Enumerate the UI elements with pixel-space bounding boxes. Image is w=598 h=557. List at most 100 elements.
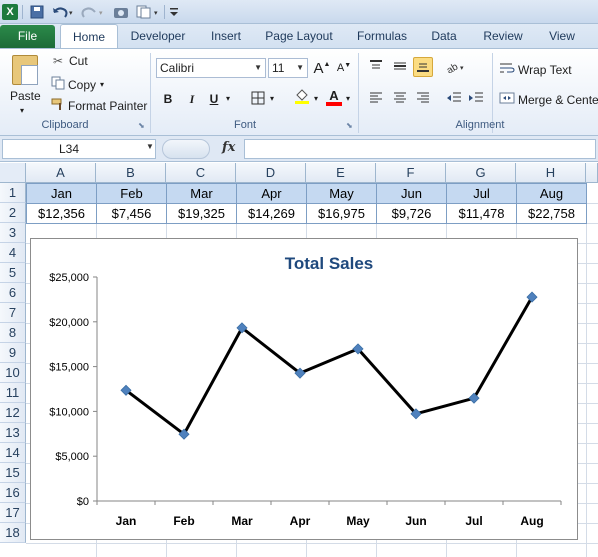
save-icon[interactable] xyxy=(28,3,46,21)
row-header[interactable]: 15 xyxy=(0,463,26,483)
row-header[interactable]: 4 xyxy=(0,243,26,263)
tab-page-layout[interactable]: Page Layout xyxy=(260,24,338,48)
tab-review[interactable]: Review xyxy=(476,24,530,48)
column-header-c[interactable]: C xyxy=(166,163,236,183)
cell-f2[interactable]: $9,726 xyxy=(376,203,447,224)
merge-center-button[interactable]: Merge & Center xyxy=(498,91,598,108)
customize-icon[interactable] xyxy=(168,3,180,21)
row-header[interactable]: 7 xyxy=(0,303,26,323)
cell-d2[interactable]: $14,269 xyxy=(236,203,307,224)
font-launcher-icon[interactable]: ⬊ xyxy=(346,121,353,130)
copy-button[interactable]: Copy ▾ xyxy=(50,76,104,93)
borders-dropdown-icon[interactable]: ▾ xyxy=(270,94,274,103)
italic-button[interactable]: I xyxy=(182,89,202,109)
cell-f1[interactable]: Jun xyxy=(376,183,447,204)
line-chart[interactable]: Total Sales $0 $5,000 $10,000 $15,000 $20,000… xyxy=(30,238,578,540)
cell-g2[interactable]: $11,478 xyxy=(446,203,517,224)
font-size-combo[interactable]: 11 ▼ xyxy=(268,58,308,78)
decrease-indent-button[interactable] xyxy=(444,89,464,109)
column-header-f[interactable]: F xyxy=(376,163,446,183)
insert-function-icon[interactable]: fx xyxy=(222,140,235,155)
align-center-button[interactable] xyxy=(390,89,410,109)
column-header-h[interactable]: H xyxy=(516,163,586,183)
cell-g1[interactable]: Jul xyxy=(446,183,517,204)
tab-file[interactable]: File xyxy=(0,25,55,48)
row-header[interactable]: 8 xyxy=(0,323,26,343)
cell-h2[interactable]: $22,758 xyxy=(516,203,587,224)
bold-button[interactable]: B xyxy=(158,89,178,109)
row-header[interactable]: 2 xyxy=(0,203,26,223)
cell-b1[interactable]: Feb xyxy=(96,183,167,204)
shrink-font-button[interactable]: A ▼ xyxy=(334,58,354,78)
paste-dropdown-icon[interactable]: ▾ xyxy=(20,106,24,115)
column-header-i[interactable] xyxy=(586,163,598,183)
chevron-down-icon[interactable]: ▼ xyxy=(296,59,304,77)
select-all-corner[interactable] xyxy=(0,163,26,183)
redo-icon[interactable]: ▾ xyxy=(80,3,106,21)
cell-a1[interactable]: Jan xyxy=(26,183,97,204)
excel-logo-icon[interactable]: X xyxy=(2,4,18,20)
column-header-e[interactable]: E xyxy=(306,163,376,183)
column-header-g[interactable]: G xyxy=(446,163,516,183)
cell-c2[interactable]: $19,325 xyxy=(166,203,237,224)
fill-color-dropdown-icon[interactable]: ▾ xyxy=(314,94,318,103)
underline-button[interactable]: U xyxy=(204,89,224,109)
tab-data[interactable]: Data xyxy=(424,24,464,48)
row-header[interactable]: 12 xyxy=(0,403,26,423)
font-color-dropdown-icon[interactable]: ▾ xyxy=(346,94,350,103)
copy-dropdown-icon[interactable]: ▾ xyxy=(100,80,104,89)
align-middle-button[interactable] xyxy=(390,57,410,77)
copy-format-icon[interactable]: ▾ xyxy=(134,3,162,21)
tab-formulas[interactable]: Formulas xyxy=(350,24,414,48)
row-header[interactable]: 18 xyxy=(0,523,26,543)
cell-d1[interactable]: Apr xyxy=(236,183,307,204)
row-header[interactable]: 16 xyxy=(0,483,26,503)
paste-button[interactable]: Paste xyxy=(10,89,41,103)
chevron-down-icon[interactable]: ▼ xyxy=(146,142,154,151)
row-header[interactable]: 14 xyxy=(0,443,26,463)
row-header[interactable]: 13 xyxy=(0,423,26,443)
wrap-text-button[interactable]: Wrap Text xyxy=(498,61,572,78)
cell-h1[interactable]: Aug xyxy=(516,183,587,204)
cell-e2[interactable]: $16,975 xyxy=(306,203,377,224)
format-painter-button[interactable]: Format Painter xyxy=(50,97,147,114)
cell-b2[interactable]: $7,456 xyxy=(96,203,167,224)
orientation-button[interactable]: ab ▾ xyxy=(445,57,466,77)
grow-font-button[interactable]: A ▲ xyxy=(312,58,332,78)
align-top-button[interactable] xyxy=(366,57,386,77)
increase-indent-button[interactable] xyxy=(466,89,486,109)
underline-dropdown-icon[interactable]: ▾ xyxy=(226,94,230,103)
row-header[interactable]: 11 xyxy=(0,383,26,403)
name-box[interactable]: L34 xyxy=(2,139,156,159)
clipboard-launcher-icon[interactable]: ⬊ xyxy=(138,121,145,130)
font-name-combo[interactable]: Calibri ▼ xyxy=(156,58,266,78)
align-left-button[interactable] xyxy=(366,89,386,109)
cut-button[interactable]: ✂ Cut xyxy=(50,54,88,68)
align-bottom-button[interactable] xyxy=(413,57,433,77)
undo-icon[interactable]: ▾ xyxy=(50,3,76,21)
camera-icon[interactable] xyxy=(112,3,130,21)
formula-input[interactable] xyxy=(244,139,596,159)
paste-icon[interactable] xyxy=(12,55,38,85)
tab-view[interactable]: View xyxy=(540,24,584,48)
row-header[interactable]: 17 xyxy=(0,503,26,523)
formula-bar-splitter[interactable] xyxy=(162,139,210,159)
tab-home[interactable]: Home xyxy=(60,24,118,49)
tab-developer[interactable]: Developer xyxy=(122,24,194,48)
cell-e1[interactable]: May xyxy=(306,183,377,204)
row-header[interactable]: 3 xyxy=(0,223,26,243)
column-header-b[interactable]: B xyxy=(96,163,166,183)
row-header[interactable]: 10 xyxy=(0,363,26,383)
column-header-a[interactable]: A xyxy=(26,163,96,183)
align-right-button[interactable] xyxy=(413,89,433,109)
row-header[interactable]: 9 xyxy=(0,343,26,363)
fill-color-button[interactable] xyxy=(292,87,312,107)
column-header-d[interactable]: D xyxy=(236,163,306,183)
chevron-down-icon[interactable]: ▼ xyxy=(254,59,262,77)
cell-c1[interactable]: Mar xyxy=(166,183,237,204)
row-header[interactable]: 5 xyxy=(0,263,26,283)
font-color-button[interactable]: A xyxy=(324,87,344,107)
row-header[interactable]: 1 xyxy=(0,183,26,203)
borders-button[interactable] xyxy=(248,89,268,109)
cell-a2[interactable]: $12,356 xyxy=(26,203,97,224)
